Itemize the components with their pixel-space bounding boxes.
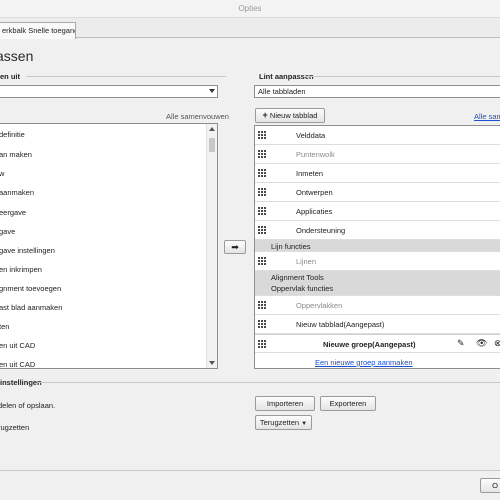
drag-handle-icon[interactable] — [258, 301, 267, 310]
list-item[interactable]: ast blad aanmaken — [0, 303, 62, 312]
tree-row-selected[interactable]: Nieuwe groep(Aangepast) ✎ 👁 ⊗ — [255, 334, 500, 353]
tree-group-label: Oppervlak functies — [271, 284, 334, 293]
arrow-right-icon: ➡ — [231, 242, 239, 252]
left-section-label: en uit — [0, 72, 20, 81]
tree-row[interactable]: Puntenwolk — [255, 145, 500, 164]
tree-row[interactable]: Oppervlakken — [255, 296, 500, 315]
share-description: delen of opslaan. — [0, 401, 56, 410]
drag-handle-icon[interactable] — [258, 169, 267, 178]
list-item[interactable]: en uit CAD — [0, 341, 35, 350]
list-item[interactable]: eergave — [0, 208, 26, 217]
right-section-divider — [305, 76, 500, 77]
eye-icon[interactable]: 👁 — [476, 338, 487, 349]
tree-row-label: Lijnen — [296, 257, 317, 266]
tree-group-row[interactable]: Lijn functies — [255, 240, 500, 252]
pencil-icon[interactable]: ✎ — [457, 338, 465, 349]
scroll-up-icon[interactable] — [209, 127, 215, 131]
ok-button[interactable]: O — [480, 478, 500, 493]
chevron-down-icon: ▼ — [301, 421, 308, 427]
drag-handle-icon[interactable] — [258, 340, 267, 349]
tree-row[interactable]: Lijnen — [255, 252, 500, 271]
tree-group-label: Lijn functies — [271, 242, 311, 251]
list-item[interactable]: aanmaken — [0, 188, 34, 197]
chevron-down-icon — [209, 89, 215, 93]
plus-icon: + — [262, 110, 268, 120]
tree-row-label: Velddata — [296, 131, 326, 140]
right-tabs-combo[interactable]: Alle tabbladen — [254, 85, 500, 98]
drag-handle-icon[interactable] — [258, 226, 267, 235]
tree-group-label: Alignment Tools — [271, 273, 324, 282]
drag-handle-icon[interactable] — [258, 150, 267, 159]
drag-handle-icon[interactable] — [258, 131, 267, 140]
right-combo-value: Alle tabbladen — [258, 87, 306, 96]
settings-divider — [38, 382, 500, 383]
new-tab-button[interactable]: + Nieuw tabblad — [255, 108, 325, 123]
tree-row-label: Inmeten — [296, 169, 324, 178]
tree-row-label: Ondersteuning — [296, 226, 346, 235]
tree-row[interactable]: Ondersteuning — [255, 221, 500, 240]
new-group-link[interactable]: Een nieuwe groep aanmaken — [315, 358, 413, 367]
left-commands-combo[interactable] — [0, 85, 218, 98]
list-item[interactable]: an maken — [0, 150, 32, 159]
collapse-all-link[interactable]: Alle samenvouwen — [166, 112, 229, 121]
list-item[interactable]: gnment toevoegen — [0, 284, 61, 293]
tree-row[interactable]: Applicaties — [255, 202, 500, 221]
reset-button[interactable]: Terugzetten ▼ — [255, 415, 312, 430]
list-item[interactable]: gave — [0, 227, 15, 236]
drag-handle-icon[interactable] — [258, 320, 267, 329]
ribbon-tree[interactable]: Velddata Puntenwolk Inmeten Ontwerpen Ap… — [254, 125, 500, 369]
new-tab-label: Nieuw tabblad — [269, 111, 318, 120]
page-heading: assen — [0, 48, 34, 64]
window-title: Opties — [0, 0, 500, 18]
list-item[interactable]: en inkrimpen — [0, 265, 42, 274]
settings-section-label: instellingen — [0, 378, 42, 387]
remove-icon[interactable]: ⊗ — [494, 338, 500, 349]
list-item[interactable]: ten — [0, 322, 9, 331]
reset-button-label: Terugzetten — [259, 418, 300, 427]
left-section-divider — [26, 76, 226, 77]
tree-row[interactable]: Nieuw tabblad(Aangepast) — [255, 315, 500, 334]
reset-description: rugzetten — [0, 423, 30, 432]
expand-all-link[interactable]: Alle sam — [474, 112, 500, 121]
tree-row[interactable]: Inmeten — [255, 164, 500, 183]
drag-handle-icon[interactable] — [258, 257, 267, 266]
tree-row-label: Applicaties — [296, 207, 333, 216]
list-item[interactable]: definitie — [0, 130, 25, 139]
tree-row-label: Puntenwolk — [296, 150, 335, 159]
tree-row[interactable]: Velddata — [255, 126, 500, 145]
scroll-down-icon[interactable] — [209, 361, 215, 365]
left-list-scrollbar[interactable] — [206, 124, 217, 368]
left-commands-list[interactable]: definitie an maken w aanmaken eergave ga… — [0, 123, 218, 369]
tree-row-label: Nieuw tabblad(Aangepast) — [296, 320, 385, 329]
list-item[interactable]: en uit CAD — [0, 360, 35, 368]
tree-row[interactable]: Ontwerpen — [255, 183, 500, 202]
list-item[interactable]: w — [0, 169, 4, 178]
import-button[interactable]: Importeren — [255, 396, 315, 411]
drag-handle-icon[interactable] — [258, 188, 267, 197]
export-button[interactable]: Exporteren — [320, 396, 376, 411]
add-to-ribbon-button[interactable]: ➡ — [224, 240, 246, 254]
footer-divider — [0, 470, 500, 471]
tree-row-label: Nieuwe groep(Aangepast) — [323, 340, 416, 349]
tree-group-row[interactable]: Alignment Tools Oppervlak functies — [255, 271, 500, 296]
tab-quick-access-toolbar[interactable]: erkbalk Snelle toegang — [0, 22, 76, 39]
scroll-thumb[interactable] — [209, 138, 215, 152]
tree-row-label: Oppervlakken — [296, 301, 343, 310]
tree-row-label: Ontwerpen — [296, 188, 333, 197]
list-item[interactable]: gave instellingen — [0, 246, 55, 255]
drag-handle-icon[interactable] — [258, 207, 267, 216]
